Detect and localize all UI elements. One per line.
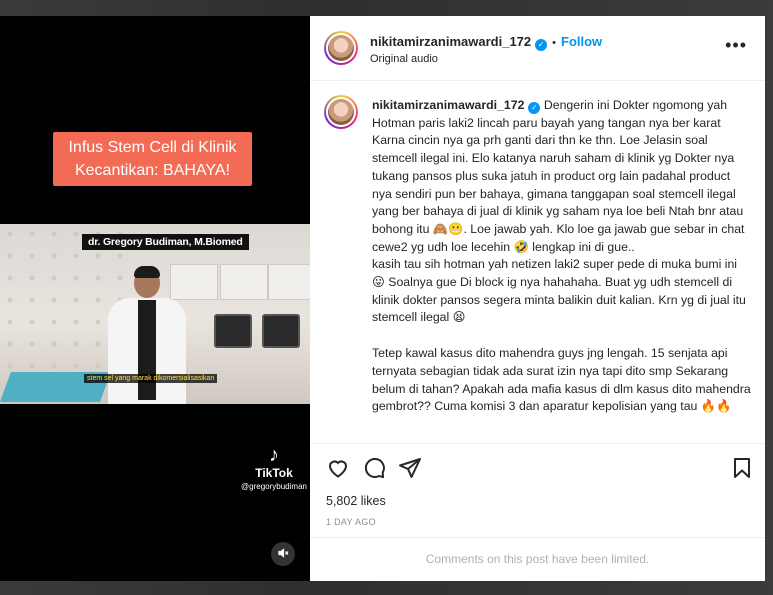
doctor-figure [104,264,190,404]
post-caption: nikitamirzanimawardi_172 ✓ Dengerin ini D… [372,97,752,416]
caption-username[interactable]: nikitamirzanimawardi_172 [372,98,524,112]
more-options-icon[interactable]: ••• [725,36,747,54]
tiktok-icon: ♪ [269,444,279,466]
share-icon[interactable] [398,456,422,480]
avatar[interactable] [324,31,358,65]
video-frame: stem sel yang marak dikomersialisasikan [0,224,310,404]
comments-limited-notice: Comments on this post have been limited. [310,537,765,582]
video-title-banner: Infus Stem Cell di Klinik Kecantikan: BA… [53,132,252,186]
separator-dot: • [552,37,556,49]
video-title-line-2: Kecantikan: BAHAYA! [74,162,231,179]
comment-icon[interactable] [362,456,386,480]
caption-paragraph-2: kasih tau sih hotman yah netizen laki2 s… [372,257,746,325]
heart-icon[interactable] [326,456,350,480]
video-subtitle: stem sel yang marak dikomersialisasikan [84,374,218,383]
caption-avatar[interactable] [324,95,358,129]
caption-paragraph-3: Tetep kawal kasus dito mahendra guys jng… [372,346,751,414]
caption-scroll-area[interactable]: nikitamirzanimawardi_172 ✓ Dengerin ini D… [310,81,765,444]
cabinet [268,264,310,300]
medical-device [262,314,300,348]
verified-badge-icon: ✓ [528,102,541,114]
caption-paragraph-1: Dengerin ini Dokter ngomong yah Hotman p… [372,98,745,254]
tiktok-handle: @gregorybudiman [241,482,307,491]
verified-badge-icon: ✓ [535,39,548,51]
speaker-muted-icon[interactable] [271,542,295,566]
bookmark-icon[interactable] [730,456,754,480]
author-line: nikitamirzanimawardi_172 ✓ • Follow [370,33,602,51]
post-header: nikitamirzanimawardi_172 ✓ • Follow Origina… [310,16,765,81]
medical-device [214,314,252,348]
tiktok-watermark: ♪ TikTok @gregorybudiman [238,444,310,491]
cabinet [220,264,268,300]
action-bar [310,444,765,484]
video-player[interactable]: Infus Stem Cell di Klinik Kecantikan: BA… [0,16,310,581]
follow-button[interactable]: Follow [561,34,602,49]
post-details-panel: nikitamirzanimawardi_172 ✓ • Follow Origina… [310,16,765,581]
audio-label[interactable]: Original audio [370,53,438,65]
post-date[interactable]: 1 DAY AGO [326,517,376,527]
author-username[interactable]: nikitamirzanimawardi_172 [370,34,531,49]
speaker-name-plate: dr. Gregory Budiman, M.Biomed [82,234,249,250]
like-count[interactable]: 5,802 likes [326,494,386,508]
tiktok-brand: TikTok [255,466,293,480]
video-title-line-1: Infus Stem Cell di Klinik [68,139,237,156]
post-modal: Infus Stem Cell di Klinik Kecantikan: BA… [0,16,765,581]
